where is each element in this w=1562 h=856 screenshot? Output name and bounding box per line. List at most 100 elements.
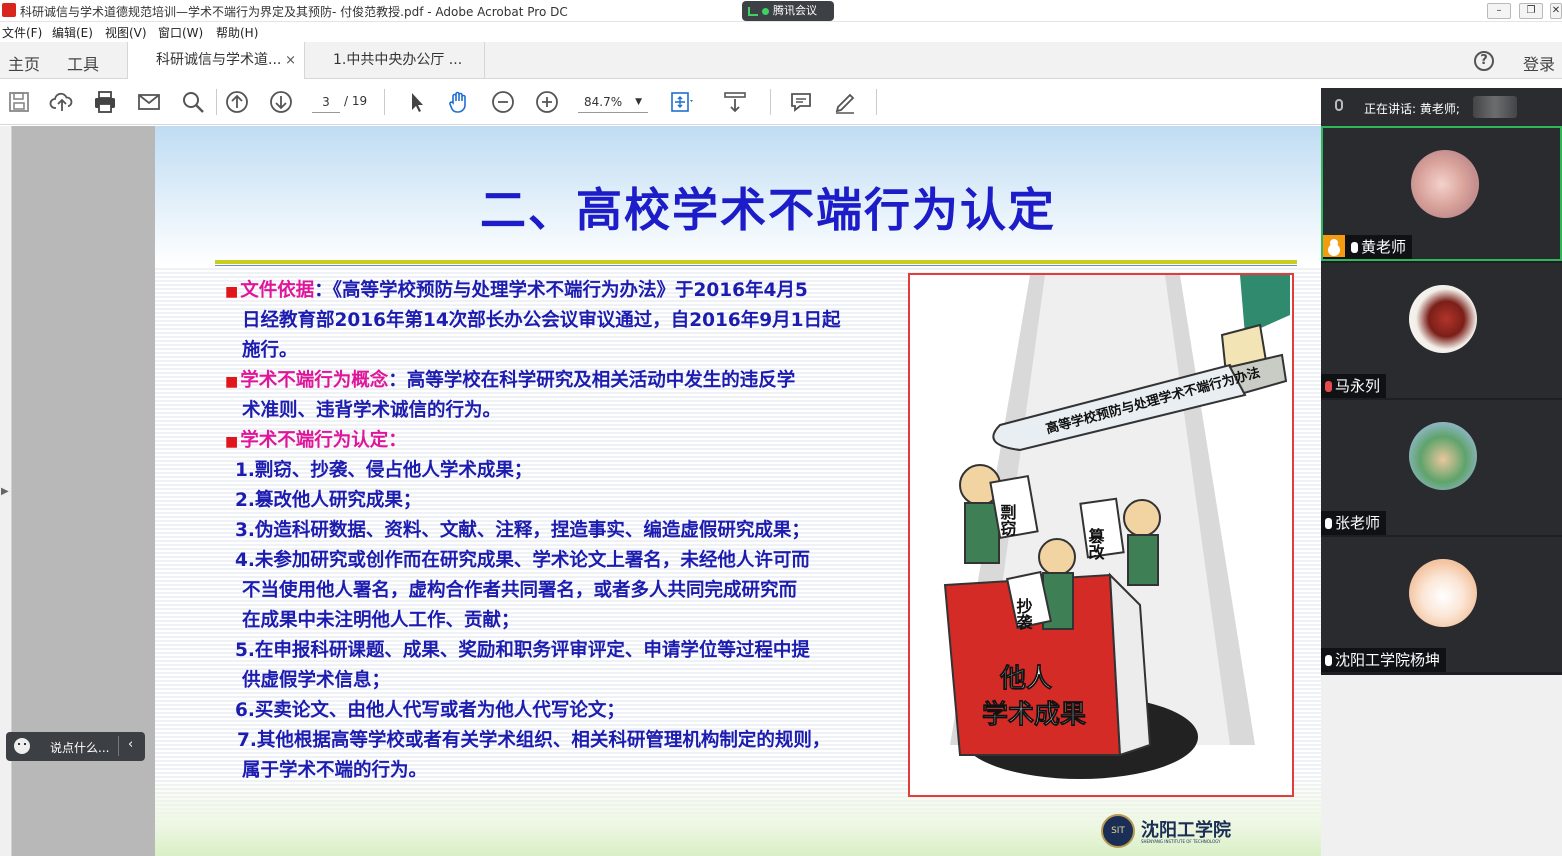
select-cursor-icon[interactable] [404,89,430,115]
bullet-icon: ■ [225,434,239,450]
avatar [1411,150,1479,218]
highlight-pen-icon[interactable] [832,89,858,115]
page-number-input[interactable]: 3 [312,91,340,113]
menu-help[interactable]: 帮助(H) [216,24,258,41]
slide-line-label: 文件依据 [240,280,315,301]
menu-file[interactable]: 文件(F) [2,24,42,41]
slide-line: 在成果中未注明他人工作、贡献； [242,610,520,631]
slide-line: ■ 学术不端行为概念：高等学校在科学研究及相关活动中发生的违反学 [225,366,795,397]
menu-view[interactable]: 视图(V) [105,24,147,41]
title-underline [215,260,1297,264]
zoom-in-icon[interactable] [534,89,560,115]
chat-input-bar[interactable]: 说点什么... ‹ [6,732,145,761]
comment-icon[interactable] [788,89,814,115]
sign-copying: 抄袭 [1014,597,1034,631]
tencent-meeting-pill[interactable]: 腾讯会议 [742,1,834,21]
menu-bar: 文件(F) 编辑(E) 视图(V) 窗口(W) 帮助(H) [0,22,1562,42]
slide-line: 2.篡改他人研究成果； [235,490,422,511]
university-badge-icon: SIT [1101,814,1135,848]
participant-tile[interactable]: 马永列 [1321,263,1562,398]
cartoon-illustration: 高等学校预防与处理学术不端行为办法 剽窃 篡改 抄袭 他人 学术成果 [908,273,1294,797]
hand-tool-icon[interactable] [446,89,472,115]
slide-line: 4.未参加研究或创作而在研究成果、学术论文上署名，未经他人许可而 [235,550,810,571]
microphone-icon [1351,242,1358,253]
menu-window[interactable]: 窗口(W) [158,24,203,41]
microphone-icon [1325,518,1332,529]
chat-placeholder[interactable]: 说点什么... [50,739,109,756]
participant-tile[interactable]: 沈阳工学院杨坤 [1321,537,1562,672]
bullet-icon: ■ [225,284,239,300]
nav-home[interactable]: 主页 [8,51,40,75]
avatar [1409,559,1477,627]
minimize-button[interactable]: – [1487,3,1511,19]
sign-plagiarism: 剽窃 [998,504,1017,537]
toolbar-divider [216,89,217,115]
participant-label: 马永列 [1321,374,1387,398]
close-window-button[interactable]: ✕ [1550,3,1562,19]
microphone-muted-icon [1325,381,1332,392]
restore-button[interactable]: ❐ [1519,3,1543,19]
slide-line: ■ 学术不端行为认定： [225,426,407,457]
slide-line: 1.剽窃、抄袭、侵占他人学术成果； [235,460,533,481]
slide-line: 6.买卖论文、由他人代写或者为他人代写论文； [235,700,625,721]
zoom-out-icon[interactable] [490,89,516,115]
pdf-page: 二、高校学术不端行为认定 ■ 文件依据：《高等学校预防与处理学术不端行为办法》于2… [155,126,1321,856]
acrobat-app-icon [2,3,16,17]
status-dot-icon [762,7,769,15]
participant-name: 沈阳工学院杨坤 [1335,651,1441,669]
fit-page-icon[interactable] [668,89,694,115]
toolbar-divider [876,89,877,115]
tab-document-2[interactable]: 1.中共中央办公厅 ... [305,42,485,79]
upload-cloud-icon[interactable] [49,89,75,115]
save-icon[interactable] [6,89,32,115]
tab-document-1[interactable]: 科研诚信与学术道... × [127,42,305,80]
blurred-name [1473,96,1517,118]
book-title-line1: 他人 [999,664,1052,694]
search-icon[interactable] [180,89,206,115]
login-button[interactable]: 登录 [1523,51,1555,75]
nav-tools[interactable]: 工具 [67,51,99,75]
participant-tile[interactable]: 张老师 [1321,400,1562,535]
slide-line: 供虚假学术信息； [242,670,391,691]
tab-close-icon[interactable]: × [285,42,296,79]
slide-line: 7.其他根据高等学校或者有关学术组织、相关科研管理机构制定的规则， [237,730,831,751]
slide-line-label: 学术不端行为概念 [240,370,389,391]
cartoon-drawing: 高等学校预防与处理学术不端行为办法 剽窃 篡改 抄袭 他人 学术成果 [943,275,1290,779]
emoji-icon[interactable] [14,738,30,754]
participant-name: 马永列 [1335,377,1381,395]
collapse-chevron-icon[interactable]: ‹ [128,737,133,752]
expand-panel-icon[interactable]: ▶ [1,486,9,497]
divider [118,736,119,756]
title-bar: 科研诚信与学术道德规范培训—学术不端行为界定及其预防- 付俊范教授.pdf - … [0,0,1562,22]
slide-line: 3.伪造科研数据、资料、文献、注释，捏造事实、编造虚假研究成果； [235,520,810,541]
bullet-icon: ■ [225,374,239,390]
signal-icon [748,6,758,16]
email-icon[interactable] [136,89,162,115]
sign-tampering: 篡改 [1086,527,1105,561]
participant-name: 张老师 [1335,514,1381,532]
tab-document-2-label: 1.中共中央办公厅 ... [333,52,463,68]
next-page-icon[interactable] [268,89,294,115]
slide-line: 术准则、违背学术诚信的行为。 [242,400,502,421]
participant-name: 黄老师 [1361,238,1407,256]
page-total: / 19 [344,94,368,108]
tab-document-1-label: 科研诚信与学术道... [156,52,282,68]
slide-line-text: ：《高等学校预防与处理学术不端行为办法》于2016年4月5 [314,280,808,301]
zoom-level-select[interactable]: 84.7% ▼ [578,91,648,113]
participant-label: 黄老师 [1323,235,1413,259]
host-icon [1323,235,1345,257]
scroll-mode-icon[interactable] [722,89,748,115]
participant-tile[interactable]: 黄老师 [1321,126,1562,261]
chevron-down-icon: ▼ [635,97,642,107]
slide-line: 日经教育部2016年第14次部长办公会议审议通过，自2016年9月1日起 [242,310,841,331]
slide-line: 不当使用他人署名，虚构合作者共同署名，或者多人共同完成研究而 [242,580,798,601]
toolbar-divider [384,89,385,115]
menu-edit[interactable]: 编辑(E) [52,24,93,41]
slide-line-label: 学术不端行为认定 [240,430,389,451]
print-icon[interactable] [92,89,118,115]
slide-line: ■ 文件依据：《高等学校预防与处理学术不端行为办法》于2016年4月5 [225,276,808,307]
previous-page-icon[interactable] [224,89,250,115]
slide-line-text: ： [388,430,407,451]
slide-line: 属于学术不端的行为。 [242,760,428,781]
help-icon[interactable]: ? [1474,51,1494,71]
